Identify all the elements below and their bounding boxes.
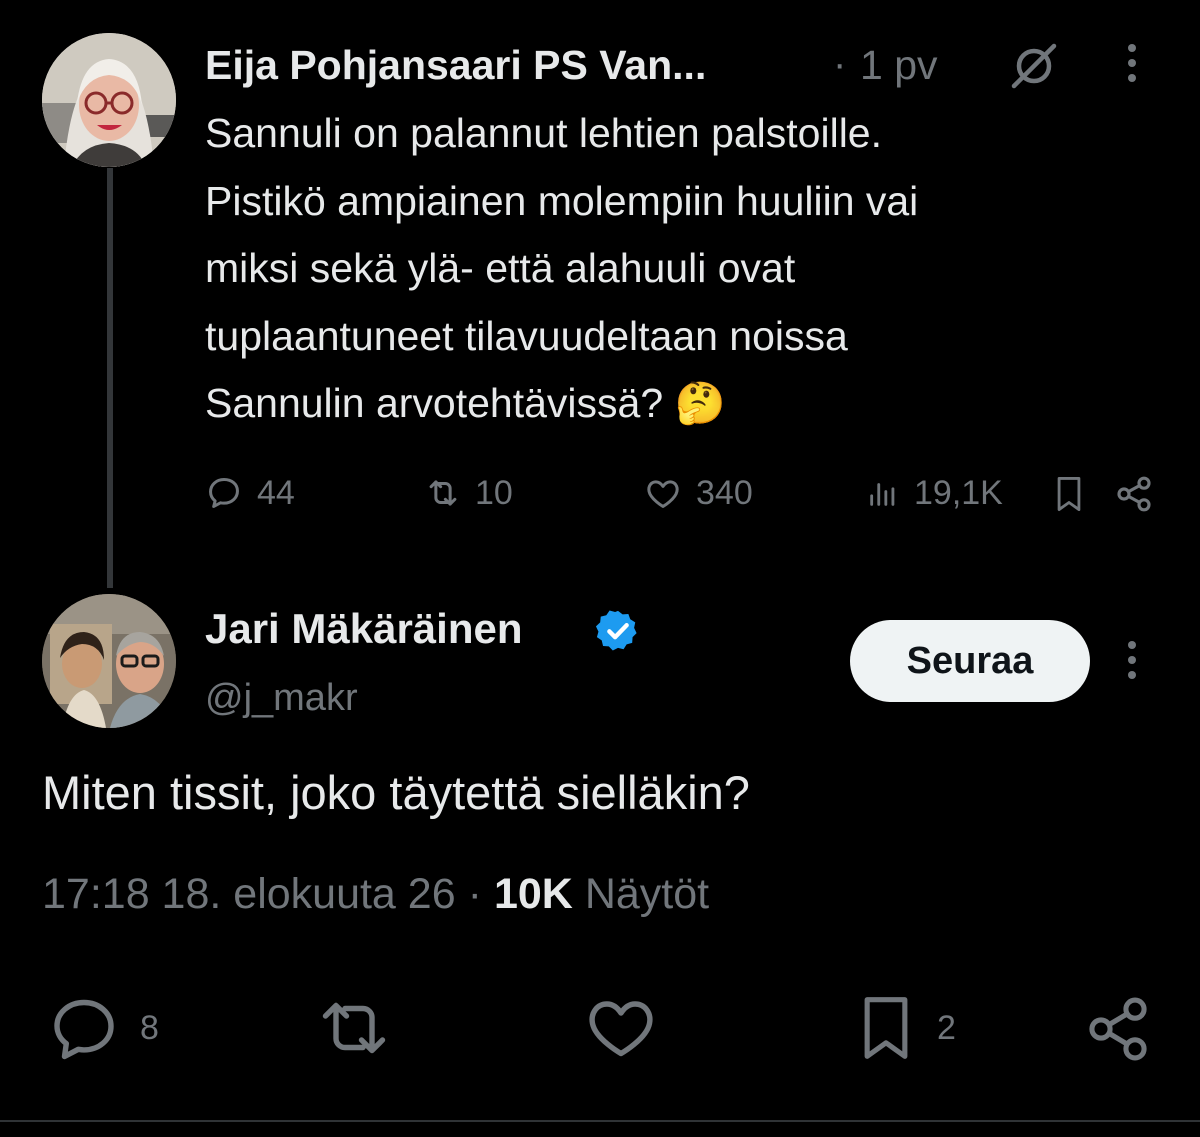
parent-repost-count: 10 xyxy=(475,473,513,512)
views-icon xyxy=(870,483,895,506)
parent-text-line: miksi sekä ylä- että alahuuli ovat xyxy=(205,245,796,291)
reply-post-text: Miten tissit, joko täytettä sielläkin? xyxy=(42,766,750,819)
reply-reply-button[interactable]: 8 xyxy=(48,995,159,1061)
parent-text-line: tuplaantuneet tilavuudeltaan noissa xyxy=(205,312,848,359)
follow-button[interactable]: Seuraa xyxy=(850,620,1090,702)
repost-icon xyxy=(429,480,457,506)
avatar-eija-image xyxy=(42,33,176,167)
parent-like-count: 340 xyxy=(696,473,753,512)
parent-text-line: Sannuli on palannut lehtien palstoille. xyxy=(205,110,883,156)
reply-author-name[interactable]: Jari Mäkäräinen xyxy=(205,605,523,653)
parent-like-button[interactable]: 340 xyxy=(644,470,753,516)
avatar-jari[interactable] xyxy=(42,594,176,728)
heart-icon xyxy=(647,480,679,508)
parent-more-icon[interactable] xyxy=(1128,44,1136,82)
avatar-jari-image xyxy=(42,594,176,728)
avatar-eija[interactable] xyxy=(42,33,176,167)
reply-icon xyxy=(54,999,114,1060)
thread-connector-line xyxy=(107,168,113,588)
parent-text-line: Pistikö ampiainen molempiin huuliin vai xyxy=(205,177,919,224)
bookmark-icon xyxy=(864,997,908,1059)
parent-reply-button[interactable]: 44 xyxy=(205,470,295,516)
verified-badge-icon xyxy=(595,608,641,654)
reply-views-count: 10K xyxy=(493,870,573,918)
parent-post-time[interactable]: 1 pv xyxy=(860,42,938,89)
reply-more-icon[interactable] xyxy=(1128,641,1136,679)
heart-icon xyxy=(589,1001,653,1057)
parent-share-button[interactable] xyxy=(1114,474,1154,514)
parent-views-count: 19,1K xyxy=(914,473,1003,512)
parent-author-name[interactable]: Eija Pohjansaari PS Van... xyxy=(205,42,706,89)
reply-icon xyxy=(209,478,239,508)
reply-repost-button[interactable] xyxy=(312,995,396,1061)
reply-share-button[interactable] xyxy=(1084,995,1152,1063)
reply-timestamp[interactable]: 17:18 18. elokuuta 26 xyxy=(42,870,456,919)
parent-bookmark-button[interactable] xyxy=(1052,474,1086,514)
reply-meta-row: 17:18 18. elokuuta 26 · 10K Näytöt xyxy=(42,870,709,919)
reply-bookmark-button[interactable]: 2 xyxy=(855,993,956,1063)
parent-text-line: Sannulin arvotehtävissä? 🤔 xyxy=(205,380,726,426)
share-icon xyxy=(1117,476,1151,512)
grok-icon[interactable] xyxy=(1008,42,1060,90)
meta-bullet: · xyxy=(467,870,482,918)
parent-views-button[interactable]: 19,1K xyxy=(866,470,1003,516)
parent-repost-button[interactable]: 10 xyxy=(423,470,513,516)
reply-reply-count: 8 xyxy=(140,1008,159,1047)
bottom-divider xyxy=(0,1120,1200,1122)
bookmark-icon xyxy=(1057,477,1081,512)
repost-icon xyxy=(322,1002,386,1054)
share-icon xyxy=(1089,997,1147,1061)
parent-reply-count: 44 xyxy=(257,473,295,512)
parent-post-text: Sannuli on palannut lehtien palstoille. … xyxy=(205,100,1165,438)
reply-bookmark-count: 2 xyxy=(937,1008,956,1047)
reply-author-handle[interactable]: @j_makr xyxy=(205,677,358,720)
parent-time-separator: · xyxy=(833,42,847,86)
reply-like-button[interactable] xyxy=(584,995,658,1061)
reply-views-label: Näytöt xyxy=(584,870,710,918)
